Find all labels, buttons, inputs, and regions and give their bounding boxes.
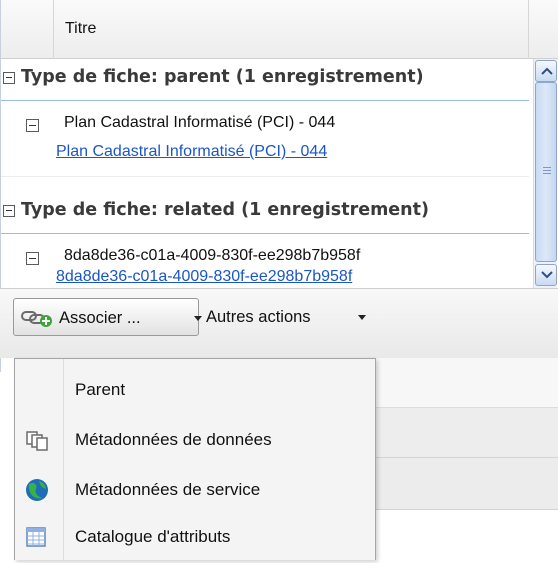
- record-title: 8da8de36-c01a-4009-830f-ee298b7b958f: [64, 247, 361, 264]
- expander-column-header: [11, 0, 54, 59]
- menu-item-label: Parent: [75, 380, 126, 399]
- background-panel: [376, 358, 558, 408]
- group-header-parent[interactable]: Type de fiche: parent (1 enregistrement): [1, 59, 529, 101]
- associate-label: Associer ...: [59, 309, 141, 327]
- chevron-down-icon: [194, 316, 202, 321]
- column-separator: [528, 0, 529, 59]
- record-link[interactable]: 8da8de36-c01a-4009-830f-ee298b7b958f: [56, 268, 352, 286]
- associate-button[interactable]: Associer ...: [13, 298, 202, 336]
- menu-item-attribute-catalog[interactable]: Catalogue d'attributs: [15, 513, 375, 563]
- menu-item-service-metadata[interactable]: Métadonnées de service: [15, 465, 375, 515]
- background-panel: [376, 408, 558, 458]
- chevron-up-icon: [541, 67, 553, 75]
- collapse-row-icon[interactable]: [26, 252, 39, 265]
- table-row[interactable]: 8da8de36-c01a-4009-830f-ee298b7b958f 8da…: [1, 234, 529, 288]
- table-icon: [25, 526, 47, 553]
- grid-header: Titre: [1, 0, 558, 59]
- other-actions-button[interactable]: Autres actions: [206, 298, 376, 336]
- collapse-icon[interactable]: [3, 205, 15, 217]
- group-header-related[interactable]: Type de fiche: related (1 enregistrement…: [1, 192, 529, 234]
- group-header-label: Type de fiche: parent (1 enregistrement): [21, 67, 424, 87]
- scroll-down-button[interactable]: [535, 264, 557, 286]
- menu-item-label: Métadonnées de données: [75, 430, 272, 449]
- link-add-icon: [21, 309, 53, 332]
- vertical-scrollbar[interactable]: [533, 59, 557, 288]
- scroll-thumb[interactable]: [535, 82, 557, 262]
- dataset-copies-icon: [25, 430, 49, 457]
- chevron-down-icon: [358, 315, 366, 320]
- associate-menu: Parent Métadonnées de données Métadonnée…: [14, 358, 376, 563]
- record-title: Plan Cadastral Informatisé (PCI) - 044: [64, 114, 336, 131]
- background-panel: [376, 458, 558, 510]
- chevron-down-icon: [541, 271, 553, 279]
- column-header-titre[interactable]: Titre: [65, 20, 96, 38]
- service-globe-icon: [25, 478, 49, 507]
- record-link[interactable]: Plan Cadastral Informatisé (PCI) - 044: [56, 143, 327, 161]
- menu-item-dataset-metadata[interactable]: Métadonnées de données: [15, 415, 375, 465]
- menu-item-parent[interactable]: Parent: [15, 359, 375, 409]
- other-actions-label: Autres actions: [206, 308, 311, 326]
- table-row[interactable]: Plan Cadastral Informatisé (PCI) - 044 P…: [1, 101, 529, 177]
- menu-item-label: Catalogue d'attributs: [75, 527, 231, 546]
- group-header-label: Type de fiche: related (1 enregistrement…: [21, 200, 429, 220]
- collapse-icon[interactable]: [3, 72, 15, 84]
- scroll-up-button[interactable]: [535, 60, 557, 82]
- menu-item-label: Métadonnées de service: [75, 480, 261, 499]
- grid-toolbar: Associer ... Autres actions: [0, 288, 558, 358]
- collapse-row-icon[interactable]: [26, 119, 39, 132]
